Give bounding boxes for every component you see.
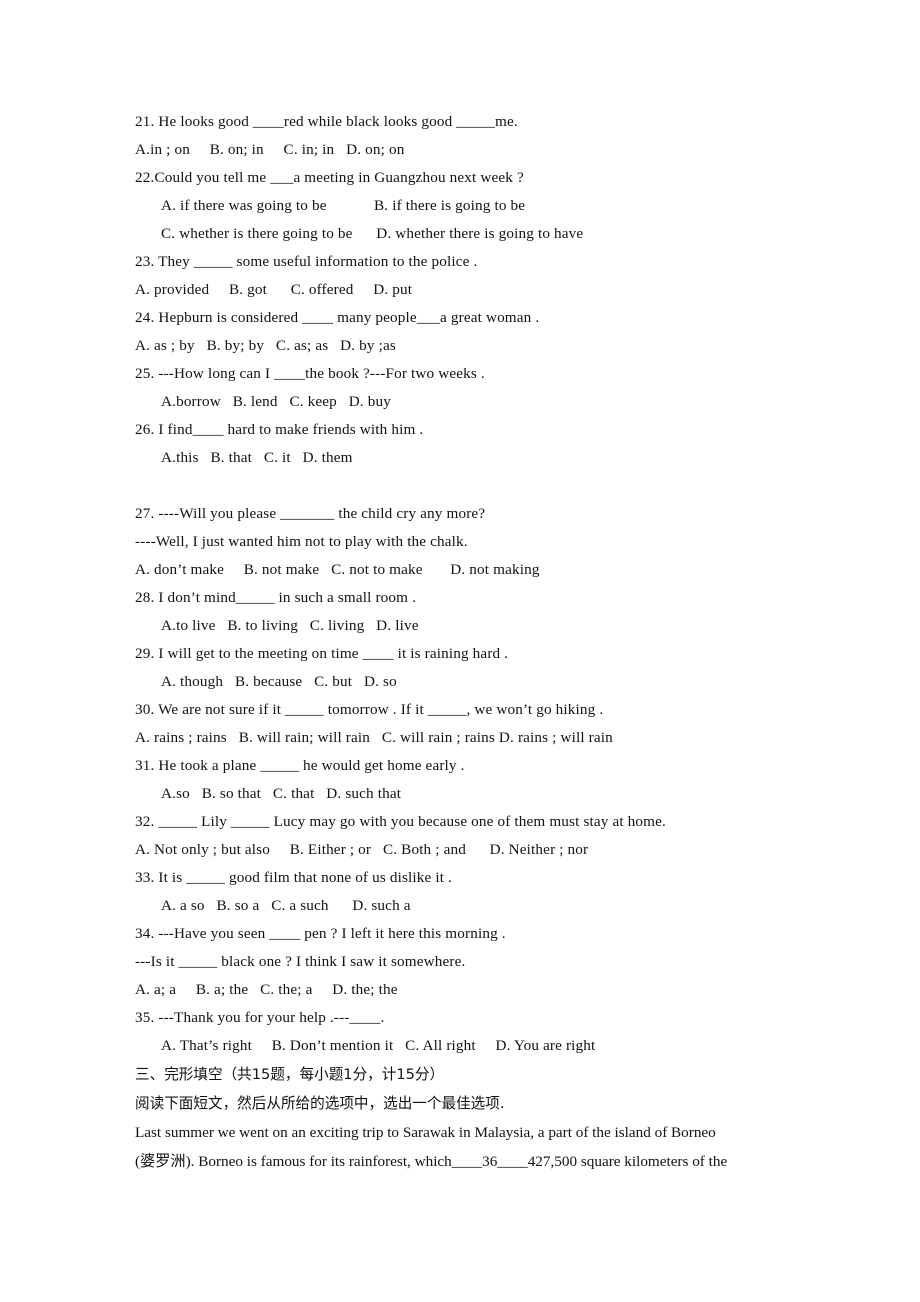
cloze-section-instruction: 阅读下面短文，然后从所给的选项中，选出一个最佳选项. xyxy=(135,1095,505,1112)
question-33-stem: 33. It is _____ good film that none of u… xyxy=(135,869,453,886)
question-27-stem-reply: ----Well, I just wanted him not to play … xyxy=(135,533,468,550)
question-35-options: A. That’s right B. Don’t mention it C. A… xyxy=(161,1037,596,1054)
question-32-options: A. Not only ; but also B. Either ; or C.… xyxy=(135,841,589,858)
question-22-options-ab: A. if there was going to be B. if there … xyxy=(161,197,526,214)
question-23-options: A. provided B. got C. offered D. put xyxy=(135,281,413,298)
question-21: 21. He looks good ____red while black lo… xyxy=(135,108,787,164)
question-22: 22.Could you tell me ___a meeting in Gua… xyxy=(135,164,787,248)
question-32: 32. _____ Lily _____ Lucy may go with yo… xyxy=(135,808,787,864)
cloze-passage-line-2: (婆罗洲). Borneo is famous for its rainfore… xyxy=(135,1153,728,1170)
question-30: 30. We are not sure if it _____ tomorrow… xyxy=(135,696,787,752)
question-34-options: A. a; a B. a; the C. the; a D. the; the xyxy=(135,981,398,998)
question-22-stem: 22.Could you tell me ___a meeting in Gua… xyxy=(135,169,524,186)
question-27-options: A. don’t make B. not make C. not to make… xyxy=(135,561,540,578)
question-27-stem: 27. ----Will you please _______ the chil… xyxy=(135,505,486,522)
question-27: 27. ----Will you please _______ the chil… xyxy=(135,500,787,584)
question-21-options: A.in ; on B. on; in C. in; in D. on; on xyxy=(135,141,405,158)
question-35-stem: 35. ---Thank you for your help .---____. xyxy=(135,1009,385,1026)
question-26-options: A.this B. that C. it D. them xyxy=(161,449,353,466)
question-35: 35. ---Thank you for your help .---____.… xyxy=(135,1004,787,1060)
question-23-stem: 23. They _____ some useful information t… xyxy=(135,253,478,270)
question-21-stem: 21. He looks good ____red while black lo… xyxy=(135,113,518,130)
cloze-passage-line-1: Last summer we went on an exciting trip … xyxy=(135,1124,716,1141)
question-32-stem: 32. _____ Lily _____ Lucy may go with yo… xyxy=(135,813,666,830)
question-30-stem: 30. We are not sure if it _____ tomorrow… xyxy=(135,701,604,718)
question-25-options: A.borrow B. lend C. keep D. buy xyxy=(161,393,392,410)
question-34-stem: 34. ---Have you seen ____ pen ? I left i… xyxy=(135,925,506,942)
question-29: 29. I will get to the meeting on time __… xyxy=(135,640,787,696)
cloze-section: 三、完形填空（共15题，每小题1分，计15分） 阅读下面短文，然后从所给的选项中… xyxy=(135,1060,787,1176)
exam-page: 21. He looks good ____red while black lo… xyxy=(0,0,920,1302)
question-31-options: A.so B. so that C. that D. such that xyxy=(161,785,402,802)
question-24-stem: 24. Hepburn is considered ____ many peop… xyxy=(135,309,540,326)
question-25: 25. ---How long can I ____the book ?---F… xyxy=(135,360,787,416)
question-23: 23. They _____ some useful information t… xyxy=(135,248,787,304)
question-30-options: A. rains ; rains B. will rain; will rain… xyxy=(135,729,613,746)
question-29-options: A. though B. because C. but D. so xyxy=(161,673,397,690)
question-34-stem-reply: ---Is it _____ black one ? I think I saw… xyxy=(135,953,466,970)
question-31: 31. He took a plane _____ he would get h… xyxy=(135,752,787,808)
question-28: 28. I don’t mind_____ in such a small ro… xyxy=(135,584,787,640)
question-24-options: A. as ; by B. by; by C. as; as D. by ;as xyxy=(135,337,396,354)
question-26: 26. I find____ hard to make friends with… xyxy=(135,416,787,472)
question-26-stem: 26. I find____ hard to make friends with… xyxy=(135,421,424,438)
question-33-options: A. a so B. so a C. a such D. such a xyxy=(161,897,411,914)
question-33: 33. It is _____ good film that none of u… xyxy=(135,864,787,920)
cloze-section-heading: 三、完形填空（共15题，每小题1分，计15分） xyxy=(135,1066,445,1083)
question-28-stem: 28. I don’t mind_____ in such a small ro… xyxy=(135,589,417,606)
question-28-options: A.to live B. to living C. living D. live xyxy=(161,617,419,634)
question-34: 34. ---Have you seen ____ pen ? I left i… xyxy=(135,920,787,1004)
question-31-stem: 31. He took a plane _____ he would get h… xyxy=(135,757,465,774)
question-block-list: 21. He looks good ____red while black lo… xyxy=(135,108,787,1060)
question-22-options-cd: C. whether is there going to be D. wheth… xyxy=(161,225,584,242)
question-24: 24. Hepburn is considered ____ many peop… xyxy=(135,304,787,360)
question-29-stem: 29. I will get to the meeting on time __… xyxy=(135,645,509,662)
question-25-stem: 25. ---How long can I ____the book ?---F… xyxy=(135,365,485,382)
